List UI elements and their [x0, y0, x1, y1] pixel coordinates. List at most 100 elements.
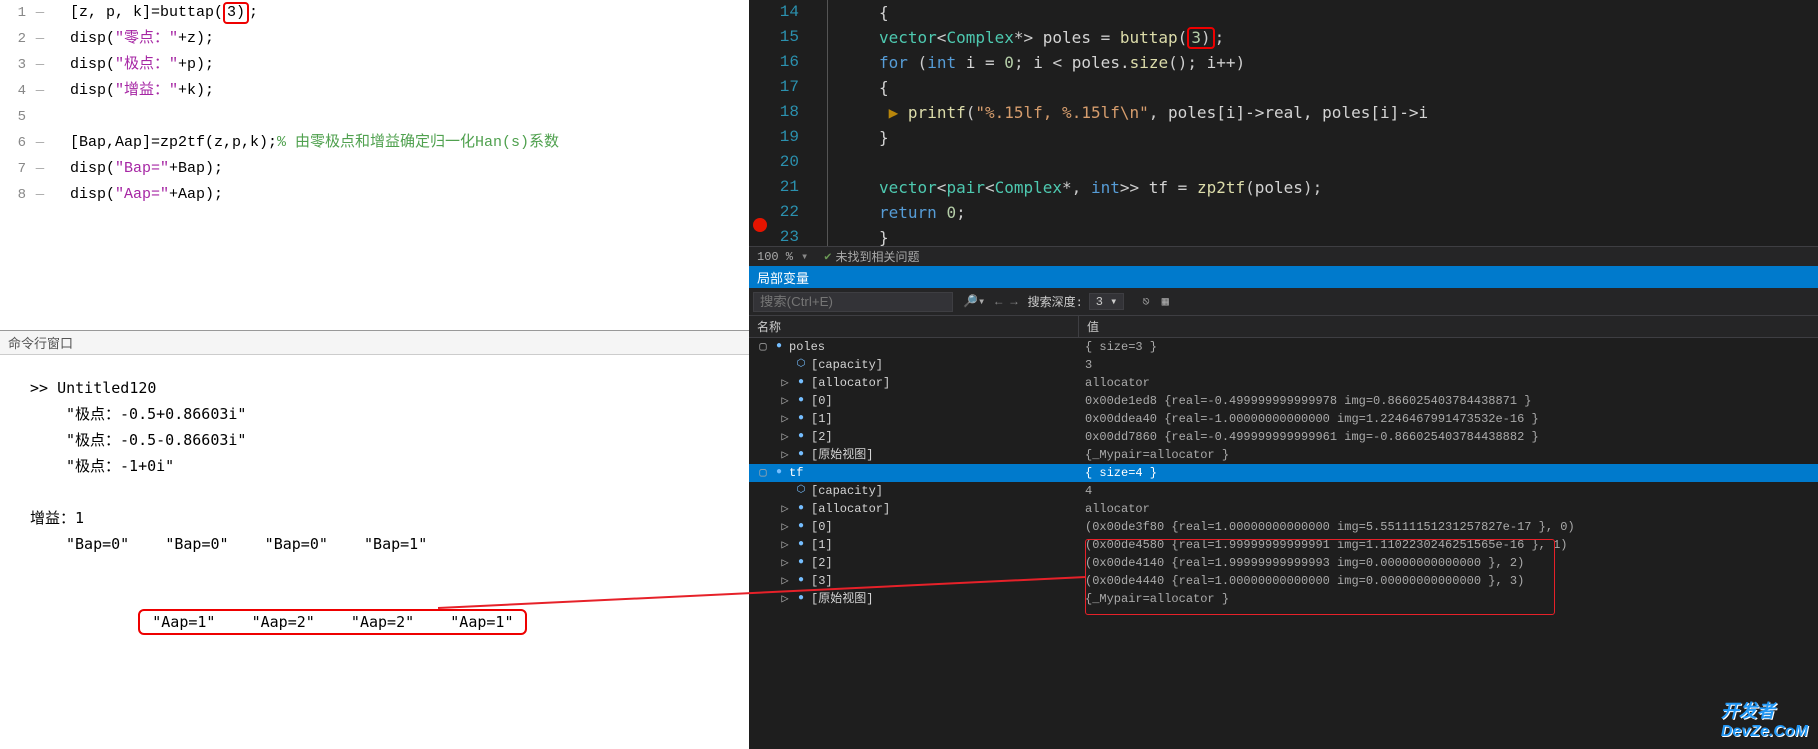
code-text: ; [249, 4, 258, 21]
variable-name: [1] [811, 410, 833, 428]
variable-name: [2] [811, 428, 833, 446]
vs-code-editor[interactable]: 14 { 15 vector<Complex*> poles = buttap(… [749, 0, 1818, 246]
tree-row[interactable]: ▷●[allocator] allocator [749, 500, 1818, 518]
code-line[interactable]: 4 — disp("增益："+k); [0, 78, 749, 104]
variable-icon: ● [794, 520, 808, 534]
locals-columns-header: 名称 值 [749, 316, 1818, 338]
tree-row[interactable]: ▢●tf { size=4 } [749, 464, 1818, 482]
nav-next-icon[interactable]: → [1006, 295, 1021, 309]
tree-row[interactable]: ▷●[0]0x00de1ed8 {real=-0.499999999999978… [749, 392, 1818, 410]
expand-icon[interactable]: ▷ [779, 500, 791, 518]
expand-icon[interactable]: ▢ [757, 464, 769, 482]
variable-icon: ● [772, 466, 786, 480]
code-line[interactable]: 8 — disp("Aap="+Aap); [0, 182, 749, 208]
variable-value: 4 [1079, 482, 1818, 500]
tree-row[interactable]: ▷●[原始视图]{_Mypair=allocator } [749, 590, 1818, 608]
expand-icon[interactable]: ▷ [779, 590, 791, 608]
code-line[interactable]: 2 — disp("零点："+z); [0, 26, 749, 52]
expand-icon[interactable]: ▷ [779, 536, 791, 554]
nav-prev-icon[interactable]: ← [991, 295, 1006, 309]
expand-icon[interactable]: ▷ [779, 554, 791, 572]
variable-name: tf [789, 464, 803, 482]
command-window-output[interactable]: >> Untitled120 "极点：-0.5+0.86603i" "极点：-0… [0, 355, 749, 629]
highlighted-aap: "Aap=1" "Aap=2" "Aap=2" "Aap=1" [138, 609, 527, 635]
code-line[interactable]: 6 — [Bap,Aap]=zp2tf(z,p,k);% 由零极点和增益确定归一… [0, 130, 749, 156]
expand-icon[interactable]: ▢ [757, 338, 769, 356]
variable-value: (0x00de4440 {real=1.00000000000000 img=0… [1079, 572, 1818, 590]
cmd-out-line: "极点：-1+0i" [30, 453, 719, 479]
variable-icon: ● [794, 448, 808, 462]
tree-row[interactable]: ▷●[allocator] allocator [749, 374, 1818, 392]
variable-value: { size=3 } [1079, 338, 1818, 356]
tree-row[interactable]: ▷●[3] (0x00de4440 {real=1.00000000000000 … [749, 572, 1818, 590]
check-icon: ✔ [820, 249, 835, 264]
variable-value: 0x00dd7860 {real=-0.499999999999961 img=… [1079, 428, 1818, 446]
cmd-out-line: "极点：-0.5-0.86603i" [30, 427, 719, 453]
variable-name: [3] [811, 572, 833, 590]
dropdown-icon[interactable]: ▾ [801, 249, 808, 264]
variable-value: (0x00de3f80 {real=1.00000000000000 img=5… [1079, 518, 1818, 536]
code-line[interactable]: 7 — disp("Bap="+Bap); [0, 156, 749, 182]
highlighted-arg: 3) [223, 2, 249, 24]
variable-icon: ● [794, 430, 808, 444]
expand-icon[interactable]: ▷ [779, 518, 791, 536]
tree-row[interactable]: ⬡[capacity]3 [749, 356, 1818, 374]
variable-value: 0x00ddea40 {real=-1.00000000000000 img=1… [1079, 410, 1818, 428]
column-value-header[interactable]: 值 [1079, 316, 1818, 337]
tree-row[interactable]: ▷●[0](0x00de3f80 {real=1.00000000000000 … [749, 518, 1818, 536]
variable-name: [allocator] [811, 374, 890, 392]
right-pane: 14 { 15 vector<Complex*> poles = buttap(… [749, 0, 1818, 749]
expand-icon[interactable]: ▷ [779, 428, 791, 446]
search-depth-value[interactable]: 3 ▾ [1089, 293, 1125, 310]
variable-icon: ● [794, 394, 808, 408]
status-bar: 100 % ▾ ✔ 未找到相关问题 [749, 246, 1818, 266]
expand-icon[interactable]: ▷ [779, 392, 791, 410]
fold-dash: — [30, 0, 50, 26]
variable-name: [原始视图] [811, 446, 873, 464]
tree-row[interactable]: ▷●[2] 0x00dd7860 {real=-0.499999999999961… [749, 428, 1818, 446]
left-code-editor[interactable]: 1 — [z, p, k]=buttap(3); 2 — disp("零点："+… [0, 0, 749, 330]
zoom-level[interactable]: 100 % [749, 250, 801, 264]
variable-icon: ⬡ [794, 358, 808, 372]
expand-icon[interactable]: ▷ [779, 446, 791, 464]
variable-icon: ⬡ [794, 484, 808, 498]
variable-value: { size=4 } [1079, 464, 1818, 482]
tree-row[interactable]: ▢●poles{ size=3 } [749, 338, 1818, 356]
code-line[interactable]: 1 — [z, p, k]=buttap(3); [0, 0, 749, 26]
variable-icon: ● [794, 538, 808, 552]
expand-icon[interactable]: ▷ [779, 374, 791, 392]
code-line[interactable]: 5 [0, 104, 749, 130]
variable-icon: ● [794, 556, 808, 570]
expand-icon[interactable]: ▷ [779, 410, 791, 428]
line-number: 1 [0, 0, 30, 26]
tree-row[interactable]: ▷●[原始视图]{_Mypair=allocator } [749, 446, 1818, 464]
tree-row[interactable]: ⬡[capacity]4 [749, 482, 1818, 500]
breakpoint-icon[interactable] [753, 218, 767, 232]
tree-row[interactable]: ▷●[1](0x00de4580 {real=1.99999999999991 … [749, 536, 1818, 554]
locals-panel-header: 局部变量 [749, 266, 1818, 288]
variable-value: (0x00de4140 {real=1.99999999999993 img=0… [1079, 554, 1818, 572]
column-name-header[interactable]: 名称 [749, 316, 1079, 337]
cmd-gain: 增益：1 [30, 505, 719, 531]
variable-icon: ● [794, 412, 808, 426]
command-window-title: 命令行窗口 [0, 331, 749, 355]
search-depth-label: 搜索深度: [1022, 293, 1089, 310]
locals-tree[interactable]: ▢●poles{ size=3 } ⬡[capacity]3▷●[allocat… [749, 338, 1818, 749]
variable-icon: ● [794, 574, 808, 588]
expand-icon[interactable]: ▷ [779, 572, 791, 590]
line-number: 14 [749, 0, 809, 25]
variable-value: allocator [1079, 500, 1818, 518]
variable-icon: ● [772, 340, 786, 354]
variable-value: allocator [1079, 374, 1818, 392]
cmd-out-line: "极点：-0.5+0.86603i" [30, 401, 719, 427]
search-icon[interactable]: 🔎▾ [957, 294, 991, 309]
search-input[interactable] [753, 292, 953, 312]
columns-icon[interactable]: ▦ [1156, 294, 1175, 309]
code-line[interactable]: 3 — disp("极点："+p); [0, 52, 749, 78]
variable-icon: ● [794, 376, 808, 390]
tree-row[interactable]: ▷●[1] 0x00ddea40 {real=-1.00000000000000 … [749, 410, 1818, 428]
filter-icon[interactable]: ⎋ [1136, 294, 1155, 309]
tree-row[interactable]: ▷●[2](0x00de4140 {real=1.99999999999993 … [749, 554, 1818, 572]
variable-icon: ● [794, 502, 808, 516]
variable-name: [allocator] [811, 500, 890, 518]
